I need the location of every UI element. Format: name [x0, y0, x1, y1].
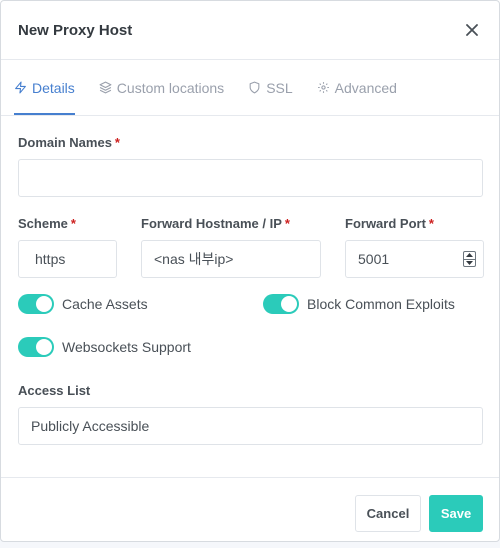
lightning-bolt-icon	[15, 81, 26, 94]
tab-custom-locations[interactable]: Custom locations	[99, 60, 224, 115]
scheme-label: Scheme *	[18, 216, 76, 231]
tab-ssl[interactable]: SSL	[248, 60, 293, 115]
domain-names-label: Domain Names *	[18, 135, 120, 150]
modal-title: New Proxy Host	[18, 21, 133, 39]
save-button[interactable]: Save	[429, 495, 483, 532]
tab-bar: Details Custom locations SSL Advanced	[1, 60, 499, 116]
modal-header: New Proxy Host	[1, 1, 499, 60]
required-mark: *	[428, 216, 434, 231]
block-exploits-label: Block Common Exploits	[307, 296, 455, 312]
shield-icon	[249, 81, 260, 94]
toggle-switch[interactable]	[263, 294, 299, 314]
close-button[interactable]	[462, 20, 482, 40]
modal-footer: Cancel Save	[1, 477, 499, 541]
scheme-input[interactable]: https	[18, 240, 117, 278]
close-icon	[466, 24, 478, 36]
tab-custom-locations-label: Custom locations	[116, 79, 225, 96]
forward-port-label: Forward Port *	[345, 216, 434, 231]
cache-assets-label: Cache Assets	[62, 296, 148, 312]
tab-details[interactable]: Details	[14, 60, 75, 115]
forward-port-input[interactable]: 5001	[345, 240, 484, 278]
cancel-button[interactable]: Cancel	[355, 495, 421, 532]
required-mark: *	[284, 216, 290, 231]
port-spinner[interactable]	[463, 251, 476, 267]
gear-icon	[317, 82, 329, 93]
block-exploits-toggle[interactable]: Block Common Exploits	[263, 294, 455, 314]
tab-advanced[interactable]: Advanced	[317, 60, 397, 115]
proxy-host-modal: New Proxy Host Details Custom locations …	[0, 0, 500, 542]
required-mark: *	[70, 216, 76, 231]
layers-icon	[99, 81, 112, 94]
domain-names-input[interactable]	[18, 159, 483, 197]
websockets-toggle[interactable]: Websockets Support	[18, 337, 191, 357]
tab-ssl-label: SSL	[266, 79, 293, 96]
websockets-label: Websockets Support	[62, 339, 191, 355]
domain-names-label-text: Domain Names	[18, 135, 112, 150]
toggle-switch[interactable]	[18, 294, 54, 314]
forward-port-label-text: Forward Port	[345, 216, 426, 231]
forward-hostname-input[interactable]: <nas 내부ip>	[141, 240, 321, 278]
access-list-select[interactable]: Publicly Accessible	[18, 407, 483, 445]
scheme-label-text: Scheme	[18, 216, 68, 231]
spin-down-icon[interactable]	[464, 258, 475, 267]
cache-assets-toggle[interactable]: Cache Assets	[18, 294, 148, 314]
forward-port-value: 5001	[358, 251, 390, 267]
toggle-switch[interactable]	[18, 337, 54, 357]
access-list-label: Access List	[18, 383, 91, 398]
required-mark: *	[114, 135, 120, 150]
tab-advanced-label: Advanced	[334, 79, 397, 96]
tab-details-label: Details	[32, 79, 75, 96]
forward-hostname-label: Forward Hostname / IP *	[141, 216, 290, 231]
forward-hostname-label-text: Forward Hostname / IP	[141, 216, 282, 231]
